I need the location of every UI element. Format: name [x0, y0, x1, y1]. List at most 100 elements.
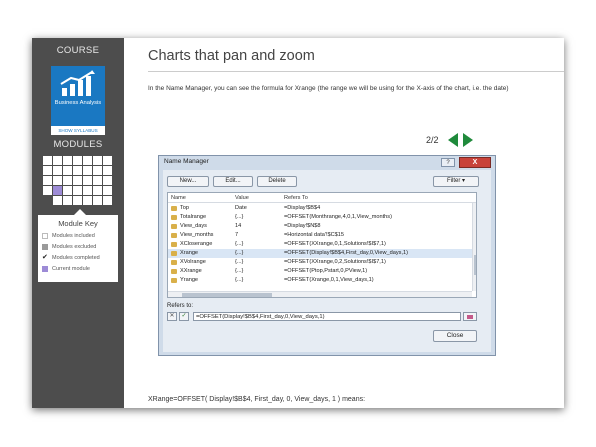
module-cell[interactable] — [83, 186, 92, 195]
course-card[interactable]: Business Analysis — [51, 66, 105, 126]
table-row[interactable]: Yrange {...} =OFFSET(Xrange,0,1,View_day… — [168, 276, 472, 285]
row-value: {...} — [235, 241, 244, 247]
module-cell[interactable] — [53, 166, 62, 175]
table-row[interactable]: View_months 7 =Horizontal data'!$C$15 — [168, 231, 472, 240]
modules-heading: MODULES — [53, 139, 103, 150]
help-button[interactable]: ? — [441, 158, 455, 167]
table-row[interactable]: Top Date =Display!$B$4 — [168, 204, 472, 213]
module-cell[interactable] — [93, 176, 102, 185]
module-cell[interactable] — [73, 196, 82, 205]
column-header-name[interactable]: Name — [171, 195, 186, 201]
edit-name-button[interactable]: Edit... — [213, 176, 253, 187]
filter-dropdown[interactable]: Filter ▾ — [433, 176, 479, 187]
module-cell[interactable] — [63, 156, 72, 165]
named-range-icon — [171, 215, 177, 220]
row-name: Top — [180, 205, 190, 211]
refers-to-field[interactable] — [193, 312, 461, 321]
module-cell[interactable] — [103, 166, 112, 175]
triangle-right-icon[interactable] — [462, 133, 473, 147]
row-refers: =OFFSET(XXrange,0,1,Solutions!$I$7,1) — [284, 241, 386, 247]
named-range-icon — [171, 269, 177, 274]
row-name: XXrange — [180, 268, 202, 274]
module-cell[interactable] — [43, 186, 52, 195]
slide-counter: 2/2 — [426, 135, 439, 145]
course-sidebar: COURSE Business Analysis SHOW SYLLABUS M… — [32, 38, 124, 408]
excluded-swatch — [42, 244, 48, 250]
table-row-selected[interactable]: Xrange {...} =OFFSET(Display!$B$4,First_… — [168, 249, 472, 258]
named-range-icon — [171, 260, 177, 265]
module-cell[interactable] — [43, 156, 52, 165]
horizontal-scrollbar[interactable] — [168, 291, 472, 297]
row-value: {...} — [235, 277, 244, 283]
row-refers: =Display!$B$4 — [284, 205, 321, 211]
refers-to-label: Refers to: — [167, 303, 194, 309]
accept-edit-icon[interactable]: ✓ — [179, 312, 189, 321]
dialog-title: Name Manager — [164, 158, 209, 165]
intro-text: In the Name Manager, you can see the for… — [148, 85, 509, 92]
module-cell[interactable] — [83, 176, 92, 185]
module-cell[interactable] — [103, 156, 112, 165]
module-cell[interactable] — [63, 176, 72, 185]
module-cell[interactable] — [83, 196, 92, 205]
show-syllabus-link[interactable]: SHOW SYLLABUS — [51, 126, 105, 135]
current-module-cell[interactable] — [53, 186, 62, 195]
module-cell[interactable] — [93, 156, 102, 165]
row-refers: =OFFSET(XXrange,0,2,Solutions!$I$7,1) — [284, 259, 386, 265]
module-cell[interactable] — [63, 166, 72, 175]
row-name: View_days — [180, 223, 207, 229]
named-range-icon — [171, 242, 177, 247]
row-name: Totalrange — [180, 214, 207, 220]
key-row-current: Current module — [42, 266, 90, 272]
collapse-dialog-icon[interactable] — [463, 312, 477, 321]
triangle-left-icon[interactable] — [447, 133, 458, 147]
module-cell[interactable] — [83, 156, 92, 165]
row-value: {...} — [235, 214, 244, 220]
column-header-value[interactable]: Value — [235, 195, 249, 201]
delete-name-button[interactable]: Delete — [257, 176, 297, 187]
module-cell[interactable] — [43, 176, 52, 185]
module-cell[interactable] — [63, 196, 72, 205]
dialog-titlebar: Name Manager ? X — [159, 156, 495, 169]
column-header-refers-to[interactable]: Refers To — [284, 195, 308, 201]
window-close-button[interactable]: X — [459, 157, 491, 168]
module-cell[interactable] — [83, 166, 92, 175]
table-row[interactable]: XCloserange {...} =OFFSET(XXrange,0,1,So… — [168, 240, 472, 249]
module-cell[interactable] — [73, 156, 82, 165]
module-cell[interactable] — [53, 196, 62, 205]
table-row[interactable]: Totalrange {...} =OFFSET(Monthrange,4,0,… — [168, 213, 472, 222]
table-row[interactable]: XVolrange {...} =OFFSET(XXrange,0,2,Solu… — [168, 258, 472, 267]
table-row[interactable]: XXrange {...} =OFFSET(Ptop,Pstart,0,PVie… — [168, 267, 472, 276]
module-key: Module Key Modules included Modules excl… — [38, 209, 118, 282]
module-cell[interactable] — [53, 176, 62, 185]
bar-chart-growth-icon — [60, 70, 95, 96]
module-cell[interactable] — [73, 166, 82, 175]
module-cell[interactable] — [103, 176, 112, 185]
page-title: Charts that pan and zoom — [148, 48, 315, 64]
course-card-title: Business Analysis — [54, 100, 102, 106]
row-value: {...} — [235, 268, 244, 274]
table-row[interactable]: View_days 14 =Display!$N$8 — [168, 222, 472, 231]
row-refers: =OFFSET(Ptop,Pstart,0,PView,1) — [284, 268, 368, 274]
module-cell[interactable] — [73, 176, 82, 185]
module-cell[interactable] — [103, 196, 112, 205]
scroll-thumb[interactable] — [474, 255, 476, 275]
named-range-icon — [171, 278, 177, 283]
module-cell[interactable] — [93, 166, 102, 175]
module-cell[interactable] — [73, 186, 82, 195]
module-key-title: Module Key — [58, 219, 98, 228]
scroll-thumb[interactable] — [182, 293, 272, 297]
row-refers: =Display!$N$8 — [284, 223, 321, 229]
module-cell[interactable] — [63, 186, 72, 195]
module-cell[interactable] — [43, 166, 52, 175]
module-cell[interactable] — [93, 186, 102, 195]
module-cell[interactable] — [53, 156, 62, 165]
empty-cell — [43, 196, 52, 205]
cancel-edit-icon[interactable]: ✕ — [167, 312, 177, 321]
close-button[interactable]: Close — [433, 330, 477, 342]
row-refers: =OFFSET(Monthrange,4,0,1,View_months) — [284, 214, 392, 220]
module-grid — [43, 156, 112, 205]
new-name-button[interactable]: New... — [167, 176, 209, 187]
vertical-scrollbar[interactable] — [472, 203, 476, 291]
module-cell[interactable] — [103, 186, 112, 195]
module-cell[interactable] — [93, 196, 102, 205]
